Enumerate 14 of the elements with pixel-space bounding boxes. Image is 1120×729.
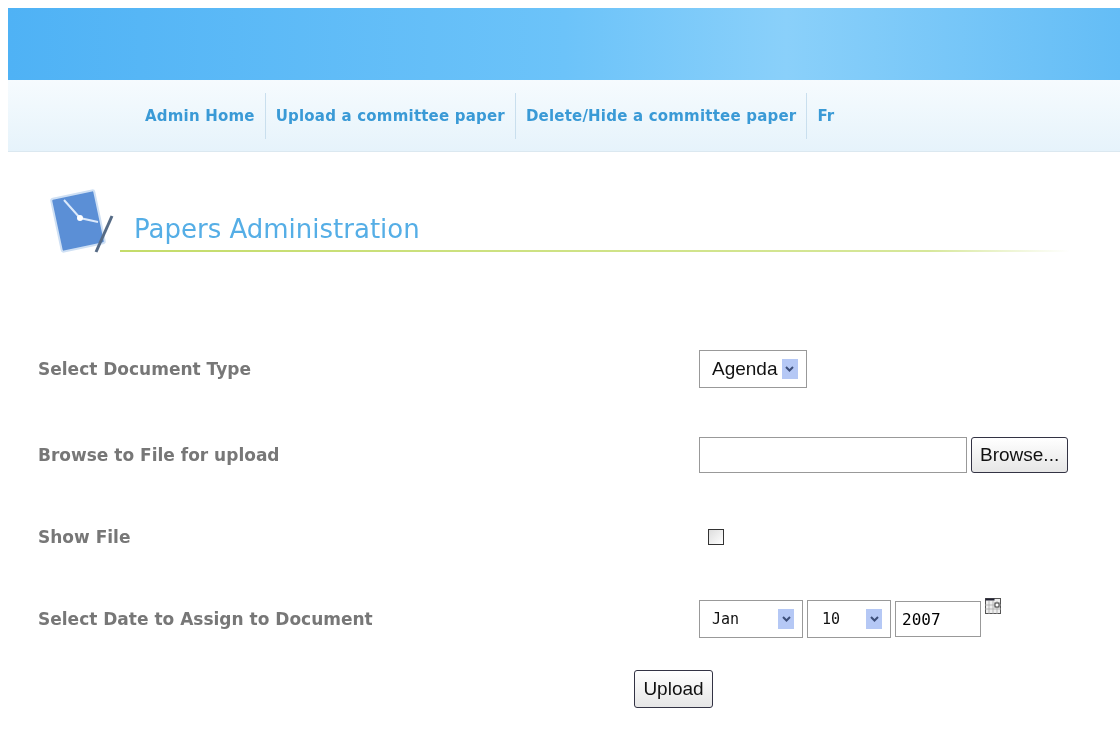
browse-button[interactable]: Browse... xyxy=(971,437,1069,473)
month-select[interactable]: Jan xyxy=(699,600,803,638)
field-label: Browse to File for upload xyxy=(37,445,281,465)
file-path-field[interactable] xyxy=(699,437,967,473)
field-label: Select Document Type xyxy=(37,359,252,379)
show-file-checkbox[interactable] xyxy=(708,529,724,545)
page-title: Papers Administration xyxy=(133,214,420,244)
document-type-select[interactable]: Agenda xyxy=(699,350,807,388)
field-label: Select Date to Assign to Document xyxy=(37,609,374,629)
upload-button[interactable]: Upload xyxy=(634,670,713,708)
field-label: Show File xyxy=(37,527,132,547)
year-field[interactable]: 2007 xyxy=(895,601,981,637)
day-select[interactable]: 10 xyxy=(807,600,891,638)
calendar-icon[interactable] xyxy=(985,598,1001,614)
